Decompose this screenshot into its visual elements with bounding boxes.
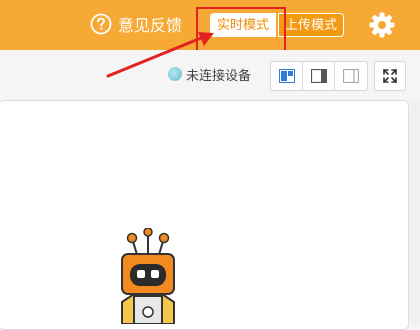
upload-mode-button[interactable]: 上传模式 bbox=[278, 13, 345, 37]
expand-icon bbox=[383, 69, 397, 83]
robot-mascot bbox=[121, 228, 175, 324]
layout-panel-right-light-icon bbox=[343, 69, 359, 83]
device-status: 未连接设备 bbox=[168, 64, 251, 84]
layout-panel-right-icon bbox=[310, 69, 327, 83]
layout-panel-right-light-button[interactable] bbox=[335, 62, 367, 90]
fullscreen-button[interactable] bbox=[374, 61, 406, 91]
top-bar: 意见反馈 实时模式 上传模式 bbox=[0, 0, 420, 57]
gear-icon[interactable] bbox=[368, 11, 396, 39]
feedback-button[interactable]: 意见反馈 bbox=[90, 10, 182, 38]
question-circle-icon bbox=[90, 13, 112, 35]
scrollbar[interactable] bbox=[410, 100, 420, 324]
status-dot-icon bbox=[168, 67, 182, 81]
workspace-canvas[interactable] bbox=[0, 100, 409, 330]
layout-split-left-button[interactable] bbox=[271, 62, 303, 90]
device-status-text: 未连接设备 bbox=[186, 68, 252, 84]
feedback-label: 意见反馈 bbox=[118, 16, 183, 35]
realtime-mode-button[interactable]: 实时模式 bbox=[210, 13, 277, 37]
layout-split-left-icon bbox=[278, 69, 295, 83]
layout-switcher bbox=[270, 61, 368, 91]
layout-panel-right-button[interactable] bbox=[303, 62, 335, 90]
mode-switch: 实时模式 上传模式 bbox=[210, 12, 345, 38]
